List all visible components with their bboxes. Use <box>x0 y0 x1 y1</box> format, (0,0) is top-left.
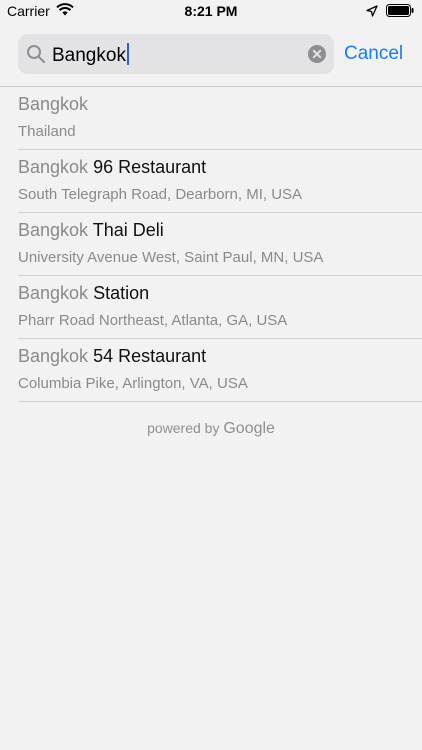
status-right <box>366 4 414 22</box>
list-item[interactable]: Bangkok 54 Restaurant Columbia Pike, Arl… <box>18 339 422 402</box>
result-match-text: Bangkok <box>18 346 89 366</box>
result-rest-text: Thai Deli <box>88 220 164 240</box>
result-rest-text: 96 Restaurant <box>88 157 207 177</box>
result-match-text: Bangkok <box>18 220 89 240</box>
battery-icon <box>386 4 414 22</box>
result-title: Bangkok Station <box>18 283 149 304</box>
result-title: Bangkok 96 Restaurant <box>18 157 206 178</box>
search-input[interactable]: Bangkok <box>52 43 129 67</box>
list-item[interactable]: Bangkok Station Pharr Road Northeast, At… <box>18 276 422 339</box>
cancel-button[interactable]: Cancel <box>344 43 403 65</box>
google-brand: Google <box>223 420 275 437</box>
list-item[interactable]: Bangkok Thai Deli University Avenue West… <box>18 213 422 276</box>
result-match-text: Bangkok <box>18 94 89 114</box>
result-subtitle: Thailand <box>18 123 76 140</box>
status-time: 8:21 PM <box>184 3 238 19</box>
result-rest-text: Station <box>88 283 150 303</box>
list-item[interactable]: Bangkok Thailand <box>18 87 422 150</box>
result-title: Bangkok <box>18 94 88 115</box>
result-subtitle: Columbia Pike, Arlington, VA, USA <box>18 375 248 392</box>
search-field[interactable]: Bangkok <box>18 34 334 74</box>
search-icon <box>26 44 46 64</box>
result-match-text: Bangkok <box>18 283 89 303</box>
status-bar: Carrier 8:21 PM <box>0 0 422 24</box>
search-bar: Bangkok Cancel <box>0 24 422 87</box>
text-cursor <box>126 43 129 65</box>
result-title: Bangkok 54 Restaurant <box>18 346 206 367</box>
location-arrow-icon <box>366 4 378 22</box>
result-subtitle: University Avenue West, Saint Paul, MN, … <box>18 249 324 266</box>
result-match-text: Bangkok <box>18 157 89 177</box>
search-query: Bangkok <box>52 45 126 66</box>
powered-by-label: powered by <box>147 420 220 436</box>
powered-by-google: powered by Google <box>0 420 422 438</box>
list-item[interactable]: Bangkok 96 Restaurant South Telegraph Ro… <box>18 150 422 213</box>
results-list: Bangkok Thailand Bangkok 96 Restaurant S… <box>0 87 422 402</box>
clear-icon[interactable] <box>308 45 326 63</box>
result-rest-text: 54 Restaurant <box>88 346 207 366</box>
result-subtitle: South Telegraph Road, Dearborn, MI, USA <box>18 186 303 203</box>
result-subtitle: Pharr Road Northeast, Atlanta, GA, USA <box>18 312 288 329</box>
result-title: Bangkok Thai Deli <box>18 220 164 241</box>
